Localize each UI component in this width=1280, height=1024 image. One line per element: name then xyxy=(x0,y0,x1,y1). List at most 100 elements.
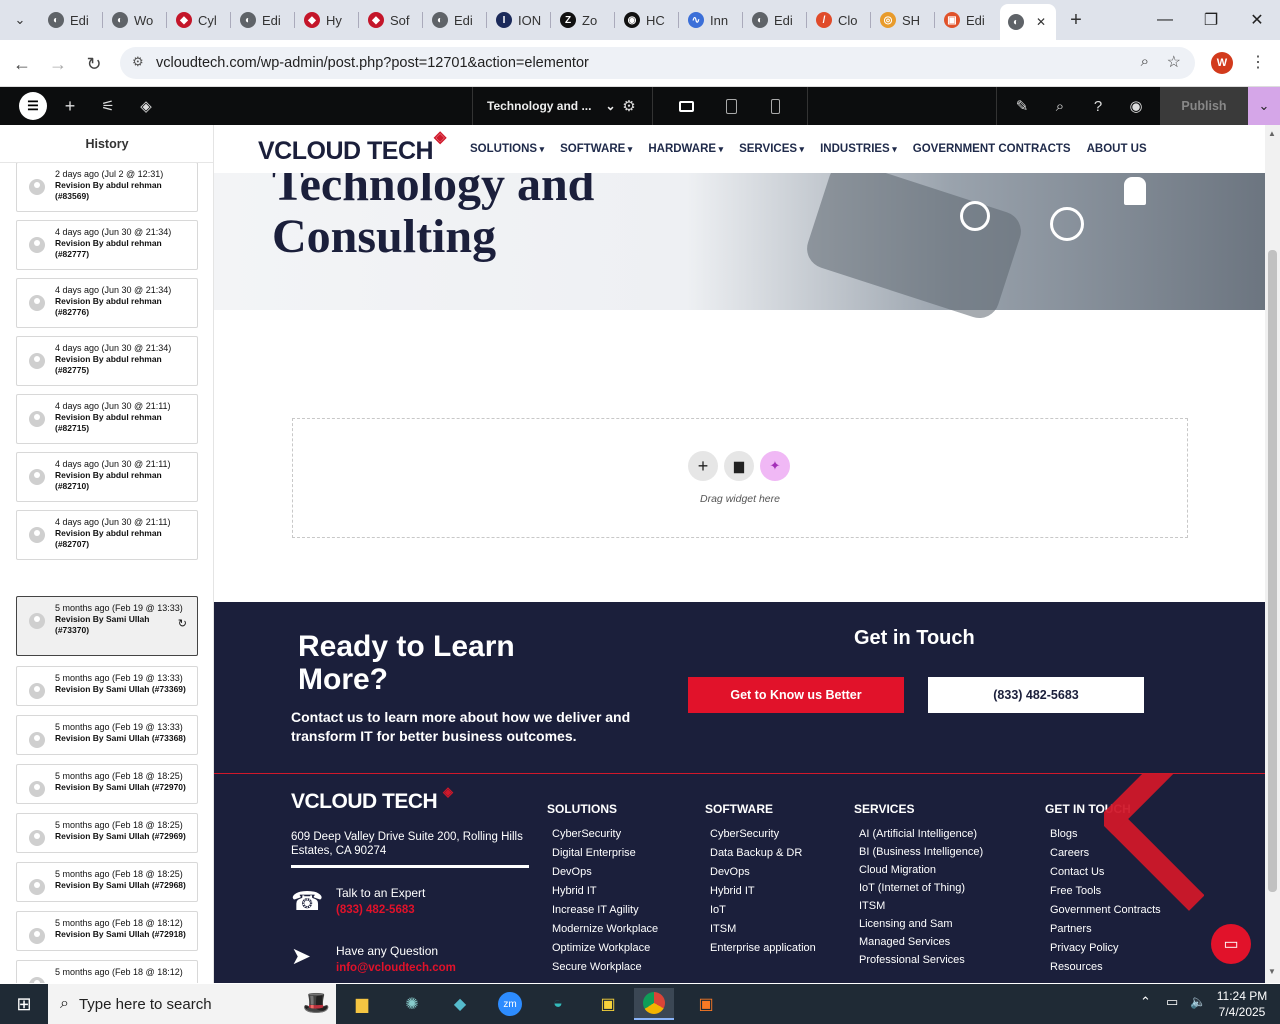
footer-link[interactable]: ITSM xyxy=(854,900,983,912)
add-template-button[interactable]: ▆ xyxy=(724,451,754,481)
revision-item[interactable]: 5 months ago (Feb 18 @ 18:25) Revision By… xyxy=(16,813,198,853)
tab-active[interactable]: ◐ ✕ xyxy=(1000,4,1056,40)
footer-link[interactable]: Managed Services xyxy=(854,936,983,948)
close-window-button[interactable]: ✕ xyxy=(1234,0,1280,40)
ai-button[interactable]: ✦ xyxy=(760,451,790,481)
restore-button[interactable]: ❐ xyxy=(1188,0,1234,40)
site-logo[interactable]: VCLOUD TECH ◈ xyxy=(258,129,446,166)
page-settings-button[interactable]: ⚙ xyxy=(617,87,641,125)
scrollbar-thumb[interactable] xyxy=(1268,250,1277,892)
zoom-icon[interactable]: ⌕ xyxy=(1141,53,1149,70)
scroll-down-icon[interactable]: ▼ xyxy=(1268,967,1276,976)
nav-item[interactable]: SOFTWARE ▾ xyxy=(560,143,632,155)
revision-item[interactable]: 5 months ago (Feb 19 @ 13:33) Revision By… xyxy=(16,715,198,755)
footer-link[interactable]: Secure Workplace xyxy=(547,961,658,973)
back-button[interactable]: ← xyxy=(8,50,36,78)
talk-phone[interactable]: (833) 482-5683 xyxy=(336,904,415,916)
footer-link[interactable]: IoT (Internet of Thing) xyxy=(854,882,983,894)
clock[interactable]: 11:24 PM 7/4/2025 xyxy=(1212,988,1272,1020)
revision-item[interactable]: 2 days ago (Jul 2 @ 12:31) Revision By ab… xyxy=(16,162,198,212)
new-tab-button[interactable]: + xyxy=(1062,6,1090,34)
site-settings-button[interactable]: ⚟ xyxy=(96,87,120,125)
footer-link[interactable]: Digital Enterprise xyxy=(547,847,658,859)
footer-link[interactable]: Modernize Workplace xyxy=(547,923,658,935)
browser-tab[interactable]: ◐ Edi xyxy=(232,6,292,34)
address-bar[interactable]: ⚙ vcloudtech.com/wp-admin/post.php?post=… xyxy=(120,47,1195,79)
tablet-mode-button[interactable] xyxy=(718,87,744,125)
browser-tab[interactable]: ▣ Edi xyxy=(936,6,996,34)
question-email[interactable]: info@vcloudtech.com xyxy=(336,962,456,974)
structure-button[interactable]: ◈ xyxy=(134,87,158,125)
profile-avatar[interactable]: W xyxy=(1211,52,1233,74)
footer-link[interactable]: Increase IT Agility xyxy=(547,904,658,916)
edge-button[interactable]: ◒ xyxy=(538,988,578,1020)
desktop-mode-button[interactable] xyxy=(673,87,699,125)
finder-button[interactable]: ⌕ xyxy=(1048,87,1072,125)
canvas-scrollbar[interactable]: ▲ ▼ xyxy=(1265,125,1280,983)
app-button[interactable]: ✺ xyxy=(392,988,432,1020)
browser-tab[interactable]: ◉ HC xyxy=(616,6,676,34)
tray-chevron-icon[interactable]: ⌃ xyxy=(1140,994,1151,1010)
nav-item[interactable]: INDUSTRIES ▾ xyxy=(820,143,897,155)
footer-link[interactable]: Enterprise application xyxy=(705,942,816,954)
tab-search-dropdown[interactable]: ⌄ xyxy=(6,6,34,34)
browser-tab[interactable]: ◆ Cyl xyxy=(168,6,228,34)
browser-tab[interactable]: ◐ Wo xyxy=(104,6,164,34)
file-explorer-button[interactable]: ▆ xyxy=(342,988,382,1020)
footer-link[interactable]: Hybrid IT xyxy=(547,885,658,897)
network-icon[interactable]: ▭ xyxy=(1166,994,1178,1010)
browser-tab[interactable]: / Clo xyxy=(808,6,868,34)
footer-link[interactable]: IoT xyxy=(705,904,816,916)
zoom-app-button[interactable]: zm xyxy=(490,988,530,1020)
footer-link[interactable]: Optimize Workplace xyxy=(547,942,658,954)
footer-link[interactable]: CyberSecurity xyxy=(547,828,658,840)
browser-tab[interactable]: ◐ Edi xyxy=(40,6,100,34)
chrome-button[interactable] xyxy=(634,988,674,1020)
revision-item[interactable]: 4 days ago (Jun 30 @ 21:34) Revision By a… xyxy=(16,278,198,328)
publish-button[interactable]: Publish xyxy=(1160,87,1248,125)
preview-button[interactable]: ◉ xyxy=(1124,87,1148,125)
footer-link[interactable]: DevOps xyxy=(705,866,816,878)
footer-link[interactable]: Professional Services xyxy=(854,954,983,966)
revision-item[interactable]: 5 months ago (Feb 19 @ 13:33) Revision By… xyxy=(16,596,198,656)
publish-options-button[interactable]: ⌄ xyxy=(1248,87,1280,125)
sticky-notes-button[interactable]: ▣ xyxy=(588,988,628,1020)
add-element-button[interactable]: + xyxy=(58,87,82,125)
help-button[interactable]: ? xyxy=(1086,87,1110,125)
browser-tab[interactable]: ∿ Inn xyxy=(680,6,740,34)
footer-link[interactable]: CyberSecurity xyxy=(705,828,816,840)
footer-link[interactable]: BI (Business Intelligence) xyxy=(854,846,983,858)
start-button[interactable]: ⊞ xyxy=(4,988,44,1020)
nav-item[interactable]: SOLUTIONS ▾ xyxy=(470,143,544,155)
close-tab-icon[interactable]: ✕ xyxy=(1036,15,1046,29)
nav-item[interactable]: GOVERNMENT CONTRACTS xyxy=(913,143,1071,155)
empty-drop-zone[interactable]: + ▆ ✦ Drag widget here xyxy=(292,418,1188,538)
footer-link[interactable]: Licensing and Sam xyxy=(854,918,983,930)
revision-item[interactable]: 4 days ago (Jun 30 @ 21:34) Revision By a… xyxy=(16,336,198,386)
reload-button[interactable]: ↻ xyxy=(80,50,108,78)
kebab-menu-icon[interactable]: ⋮ xyxy=(1250,52,1266,72)
add-section-button[interactable]: + xyxy=(688,451,718,481)
volume-icon[interactable]: 🔈 xyxy=(1190,994,1206,1010)
notes-button[interactable]: ✎ xyxy=(1010,87,1034,125)
browser-tab[interactable]: Z Zo xyxy=(552,6,612,34)
revision-item[interactable]: 5 months ago (Feb 18 @ 18:25) Revision By… xyxy=(16,764,198,804)
nav-item[interactable]: HARDWARE ▾ xyxy=(648,143,723,155)
nav-item[interactable]: SERVICES ▾ xyxy=(739,143,804,155)
bookmark-star-icon[interactable]: ☆ xyxy=(1167,52,1181,72)
forward-button[interactable]: → xyxy=(44,50,72,78)
browser-tab[interactable]: ◆ Hy xyxy=(296,6,356,34)
revision-item[interactable]: 4 days ago (Jun 30 @ 21:11) Revision By a… xyxy=(16,452,198,502)
browser-tab[interactable]: ◆ Sof xyxy=(360,6,420,34)
footer-link[interactable]: AI (Artificial Intelligence) xyxy=(854,828,983,840)
xampp-button[interactable]: ▣ xyxy=(686,988,726,1020)
get-to-know-button[interactable]: Get to Know us Better xyxy=(688,677,904,713)
revision-item[interactable]: 4 days ago (Jun 30 @ 21:11) Revision By a… xyxy=(16,510,198,560)
app-button-2[interactable]: ◆ xyxy=(440,988,480,1020)
revision-item[interactable]: 4 days ago (Jun 30 @ 21:11) Revision By a… xyxy=(16,394,198,444)
browser-tab[interactable]: I ION xyxy=(488,6,548,34)
revision-item[interactable]: 5 months ago (Feb 19 @ 13:33) Revision By… xyxy=(16,666,198,706)
phone-button[interactable]: (833) 482-5683 xyxy=(928,677,1144,713)
revision-item[interactable]: 4 days ago (Jun 30 @ 21:34) Revision By a… xyxy=(16,220,198,270)
browser-tab[interactable]: ◐ Edi xyxy=(424,6,484,34)
